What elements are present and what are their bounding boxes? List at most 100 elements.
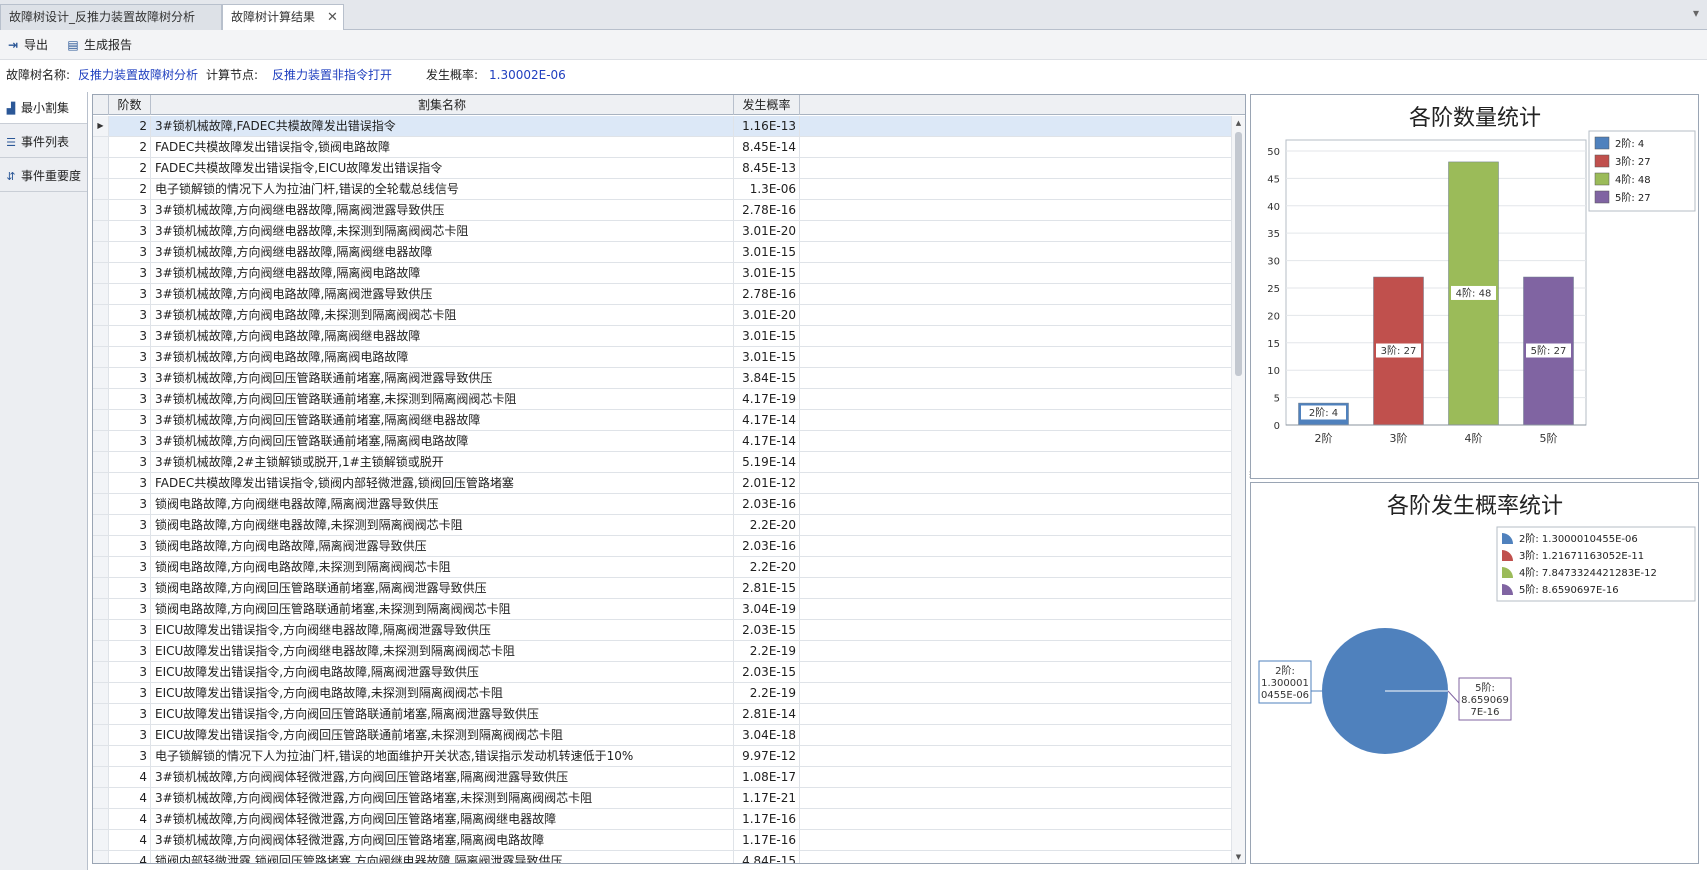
row-indicator <box>93 704 109 724</box>
table-row[interactable]: 4 3#锁机械故障,方向阀阀体轻微泄露,方向阀回压管路堵塞,隔离阀继电器故障 1.1… <box>93 809 1231 830</box>
tree-name-label: 故障树名称: <box>6 68 71 82</box>
cell-order: 4 <box>109 851 151 863</box>
data-label: 5阶: 27 <box>1531 344 1567 357</box>
nav-label: 事件重要度 <box>21 169 82 183</box>
table-row[interactable]: 3 3#锁机械故障,方向阀电路故障,未探测到隔离阀阀芯卡阻 3.01E-20 <box>93 305 1231 326</box>
row-indicator <box>93 557 109 577</box>
table-row[interactable]: 3 3#锁机械故障,方向阀继电器故障,隔离阀继电器故障 3.01E-15 <box>93 242 1231 263</box>
cell-probability: 4.84E-15 <box>734 851 800 863</box>
table-row[interactable]: 3 锁阀电路故障,方向阀继电器故障,隔离阀泄露导致供压 2.03E-16 <box>93 494 1231 515</box>
table-row[interactable]: 4 锁阀内部轻微泄露,锁阀回压管路堵塞,方向阀继电器故障,隔离阀泄露导致供压 4.8… <box>93 851 1231 863</box>
table-row[interactable]: 3 3#锁机械故障,方向阀电路故障,隔离阀继电器故障 3.01E-15 <box>93 326 1231 347</box>
cell-probability: 3.01E-20 <box>734 305 800 325</box>
row-indicator <box>93 200 109 220</box>
table-row[interactable]: 3 3#锁机械故障,方向阀继电器故障,隔离阀泄露导致供压 2.78E-16 <box>93 200 1231 221</box>
table-row[interactable]: 3 锁阀电路故障,方向阀继电器故障,未探测到隔离阀阀芯卡阻 2.2E-20 <box>93 515 1231 536</box>
cell-order: 3 <box>109 368 151 388</box>
table-row[interactable]: 3 EICU故障发出错误指令,方向阀回压管路联通前堵塞,隔离阀泄露导致供压 2.81… <box>93 704 1231 725</box>
table-row[interactable]: 3 锁阀电路故障,方向阀回压管路联通前堵塞,未探测到隔离阀阀芯卡阻 3.04E-19 <box>93 599 1231 620</box>
column-header-cut-set-name[interactable]: 割集名称 <box>151 95 734 115</box>
cell-order: 3 <box>109 452 151 472</box>
row-indicator <box>93 683 109 703</box>
legend-label: 2阶: 4 <box>1615 137 1644 150</box>
tab-list-dropdown-icon[interactable]: ▾ <box>1693 6 1699 20</box>
tab-fault-tree-design[interactable]: 故障树设计_反推力装置故障树分析 <box>0 4 222 30</box>
tab-calc-result[interactable]: 故障树计算结果 ✕ <box>222 4 344 31</box>
cell-cut-set-name: EICU故障发出错误指令,方向阀回压管路联通前堵塞,隔离阀泄露导致供压 <box>151 704 734 724</box>
cell-cut-set-name: 3#锁机械故障,方向阀电路故障,隔离阀继电器故障 <box>151 326 734 346</box>
row-indicator <box>93 536 109 556</box>
row-indicator <box>93 599 109 619</box>
row-indicator <box>93 242 109 262</box>
table-row[interactable]: 3 3#锁机械故障,2#主锁解锁或脱开,1#主锁解锁或脱开 5.19E-14 <box>93 452 1231 473</box>
export-button[interactable]: ⇥ 导出 <box>6 36 48 54</box>
close-icon[interactable]: ✕ <box>327 10 338 25</box>
legend-swatch <box>1594 190 1610 204</box>
table-row[interactable]: 3 3#锁机械故障,方向阀回压管路联通前堵塞,隔离阀泄露导致供压 3.84E-15 <box>93 368 1231 389</box>
cell-order: 3 <box>109 284 151 304</box>
cell-probability: 1.3E-06 <box>734 179 800 199</box>
nav-event-importance[interactable]: ⇵ 事件重要度 <box>0 160 87 192</box>
row-indicator <box>93 158 109 178</box>
table-row[interactable]: 3 EICU故障发出错误指令,方向阀回压管路联通前堵塞,未探测到隔离阀阀芯卡阻 3.… <box>93 725 1231 746</box>
column-header-probability[interactable]: 发生概率 <box>734 95 800 115</box>
cell-cut-set-name: 3#锁机械故障,方向阀阀体轻微泄露,方向阀回压管路堵塞,隔离阀继电器故障 <box>151 809 734 829</box>
cell-probability: 2.01E-12 <box>734 473 800 493</box>
min-cut-set-table[interactable]: 阶数 割集名称 发生概率 ▶ 2 3#锁机械故障,FADEC共模故障发出错误指令 1.… <box>92 94 1246 864</box>
table-row[interactable]: 3 锁阀电路故障,方向阀电路故障,未探测到隔离阀阀芯卡阻 2.2E-20 <box>93 557 1231 578</box>
export-icon: ⇥ <box>7 38 19 52</box>
y-tick-label: 15 <box>1267 339 1280 350</box>
table-row[interactable]: 3 EICU故障发出错误指令,方向阀电路故障,隔离阀泄露导致供压 2.03E-15 <box>93 662 1231 683</box>
table-row[interactable]: 3 3#锁机械故障,方向阀回压管路联通前堵塞,隔离阀电路故障 4.17E-14 <box>93 431 1231 452</box>
cut-set-icon: ▟ <box>6 102 16 115</box>
cell-probability: 3.01E-15 <box>734 242 800 262</box>
legend-label: 5阶: 8.6590697E-16 <box>1519 583 1619 596</box>
nav-event-list[interactable]: ☰ 事件列表 <box>0 126 87 158</box>
legend-swatch <box>1594 172 1610 186</box>
table-row[interactable]: 3 EICU故障发出错误指令,方向阀继电器故障,未探测到隔离阀阀芯卡阻 2.2E-1… <box>93 641 1231 662</box>
vertical-scrollbar[interactable]: ▲ ▼ <box>1231 116 1245 863</box>
table-row[interactable]: 3 3#锁机械故障,方向阀回压管路联通前堵塞,隔离阀继电器故障 4.17E-14 <box>93 410 1231 431</box>
column-header-order[interactable]: 阶数 <box>109 95 151 115</box>
list-icon: ☰ <box>6 136 16 149</box>
table-row[interactable]: 3 3#锁机械故障,方向阀电路故障,隔离阀泄露导致供压 2.78E-16 <box>93 284 1231 305</box>
cell-cut-set-name: 3#锁机械故障,方向阀电路故障,未探测到隔离阀阀芯卡阻 <box>151 305 734 325</box>
table-row[interactable]: 2 电子锁解锁的情况下人为拉油门杆,错误的全轮载总线信号 1.3E-06 <box>93 179 1231 200</box>
table-row[interactable]: 4 3#锁机械故障,方向阀阀体轻微泄露,方向阀回压管路堵塞,未探测到隔离阀阀芯卡阻… <box>93 788 1231 809</box>
table-row[interactable]: 3 EICU故障发出错误指令,方向阀继电器故障,隔离阀泄露导致供压 2.03E-15 <box>93 620 1231 641</box>
table-row[interactable]: 3 EICU故障发出错误指令,方向阀电路故障,未探测到隔离阀阀芯卡阻 2.2E-19 <box>93 683 1231 704</box>
table-row[interactable]: 3 3#锁机械故障,方向阀电路故障,隔离阀电路故障 3.01E-15 <box>93 347 1231 368</box>
leader-line <box>1447 690 1460 704</box>
nav-min-cut-sets[interactable]: ▟ 最小割集 <box>0 92 87 124</box>
table-row[interactable]: 3 电子锁解锁的情况下人为拉油门杆,错误的地面维护开关状态,错误指示发动机转速低于… <box>93 746 1231 767</box>
table-row[interactable]: 3 3#锁机械故障,方向阀回压管路联通前堵塞,未探测到隔离阀阀芯卡阻 4.17E-1… <box>93 389 1231 410</box>
cell-cut-set-name: EICU故障发出错误指令,方向阀继电器故障,未探测到隔离阀阀芯卡阻 <box>151 641 734 661</box>
cell-order: 3 <box>109 305 151 325</box>
y-tick-label: 20 <box>1267 311 1280 322</box>
generate-report-button[interactable]: ▤ 生成报告 <box>66 36 132 54</box>
scroll-up-icon[interactable]: ▲ <box>1232 116 1245 130</box>
table-row[interactable]: 2 FADEC共模故障发出错误指令,EICU故障发出错误指令 8.45E-13 <box>93 158 1231 179</box>
cell-cut-set-name: 电子锁解锁的情况下人为拉油门杆,错误的地面维护开关状态,错误指示发动机转速低于1… <box>151 746 734 766</box>
table-row[interactable]: 3 FADEC共模故障发出错误指令,锁阀内部轻微泄露,锁阀回压管路堵塞 2.01E-… <box>93 473 1231 494</box>
cell-probability: 4.17E-14 <box>734 410 800 430</box>
legend-label: 4阶: 48 <box>1615 173 1651 186</box>
cell-order: 4 <box>109 788 151 808</box>
nav-label: 事件列表 <box>21 135 70 149</box>
cell-order: 4 <box>109 767 151 787</box>
row-indicator-header <box>93 95 109 115</box>
scroll-down-icon[interactable]: ▼ <box>1232 850 1245 863</box>
table-row[interactable]: 3 锁阀电路故障,方向阀电路故障,隔离阀泄露导致供压 2.03E-16 <box>93 536 1231 557</box>
callout-label: 0455E-06 <box>1261 690 1309 701</box>
table-row[interactable]: 4 3#锁机械故障,方向阀阀体轻微泄露,方向阀回压管路堵塞,隔离阀电路故障 1.17… <box>93 830 1231 851</box>
cell-order: 3 <box>109 599 151 619</box>
table-row[interactable]: 2 FADEC共模故障发出错误指令,锁阀电路故障 8.45E-14 <box>93 137 1231 158</box>
scroll-thumb[interactable] <box>1235 132 1242 376</box>
table-row[interactable]: 4 3#锁机械故障,方向阀阀体轻微泄露,方向阀回压管路堵塞,隔离阀泄露导致供压 1.… <box>93 767 1231 788</box>
table-row[interactable]: 3 3#锁机械故障,方向阀继电器故障,隔离阀电路故障 3.01E-15 <box>93 263 1231 284</box>
cell-order: 3 <box>109 242 151 262</box>
table-row[interactable]: ▶ 2 3#锁机械故障,FADEC共模故障发出错误指令 1.16E-13 <box>93 116 1231 137</box>
table-row[interactable]: 3 3#锁机械故障,方向阀继电器故障,未探测到隔离阀阀芯卡阻 3.01E-20 <box>93 221 1231 242</box>
table-row[interactable]: 3 锁阀电路故障,方向阀回压管路联通前堵塞,隔离阀泄露导致供压 2.81E-15 <box>93 578 1231 599</box>
x-tick-label: 2阶 <box>1315 431 1333 445</box>
